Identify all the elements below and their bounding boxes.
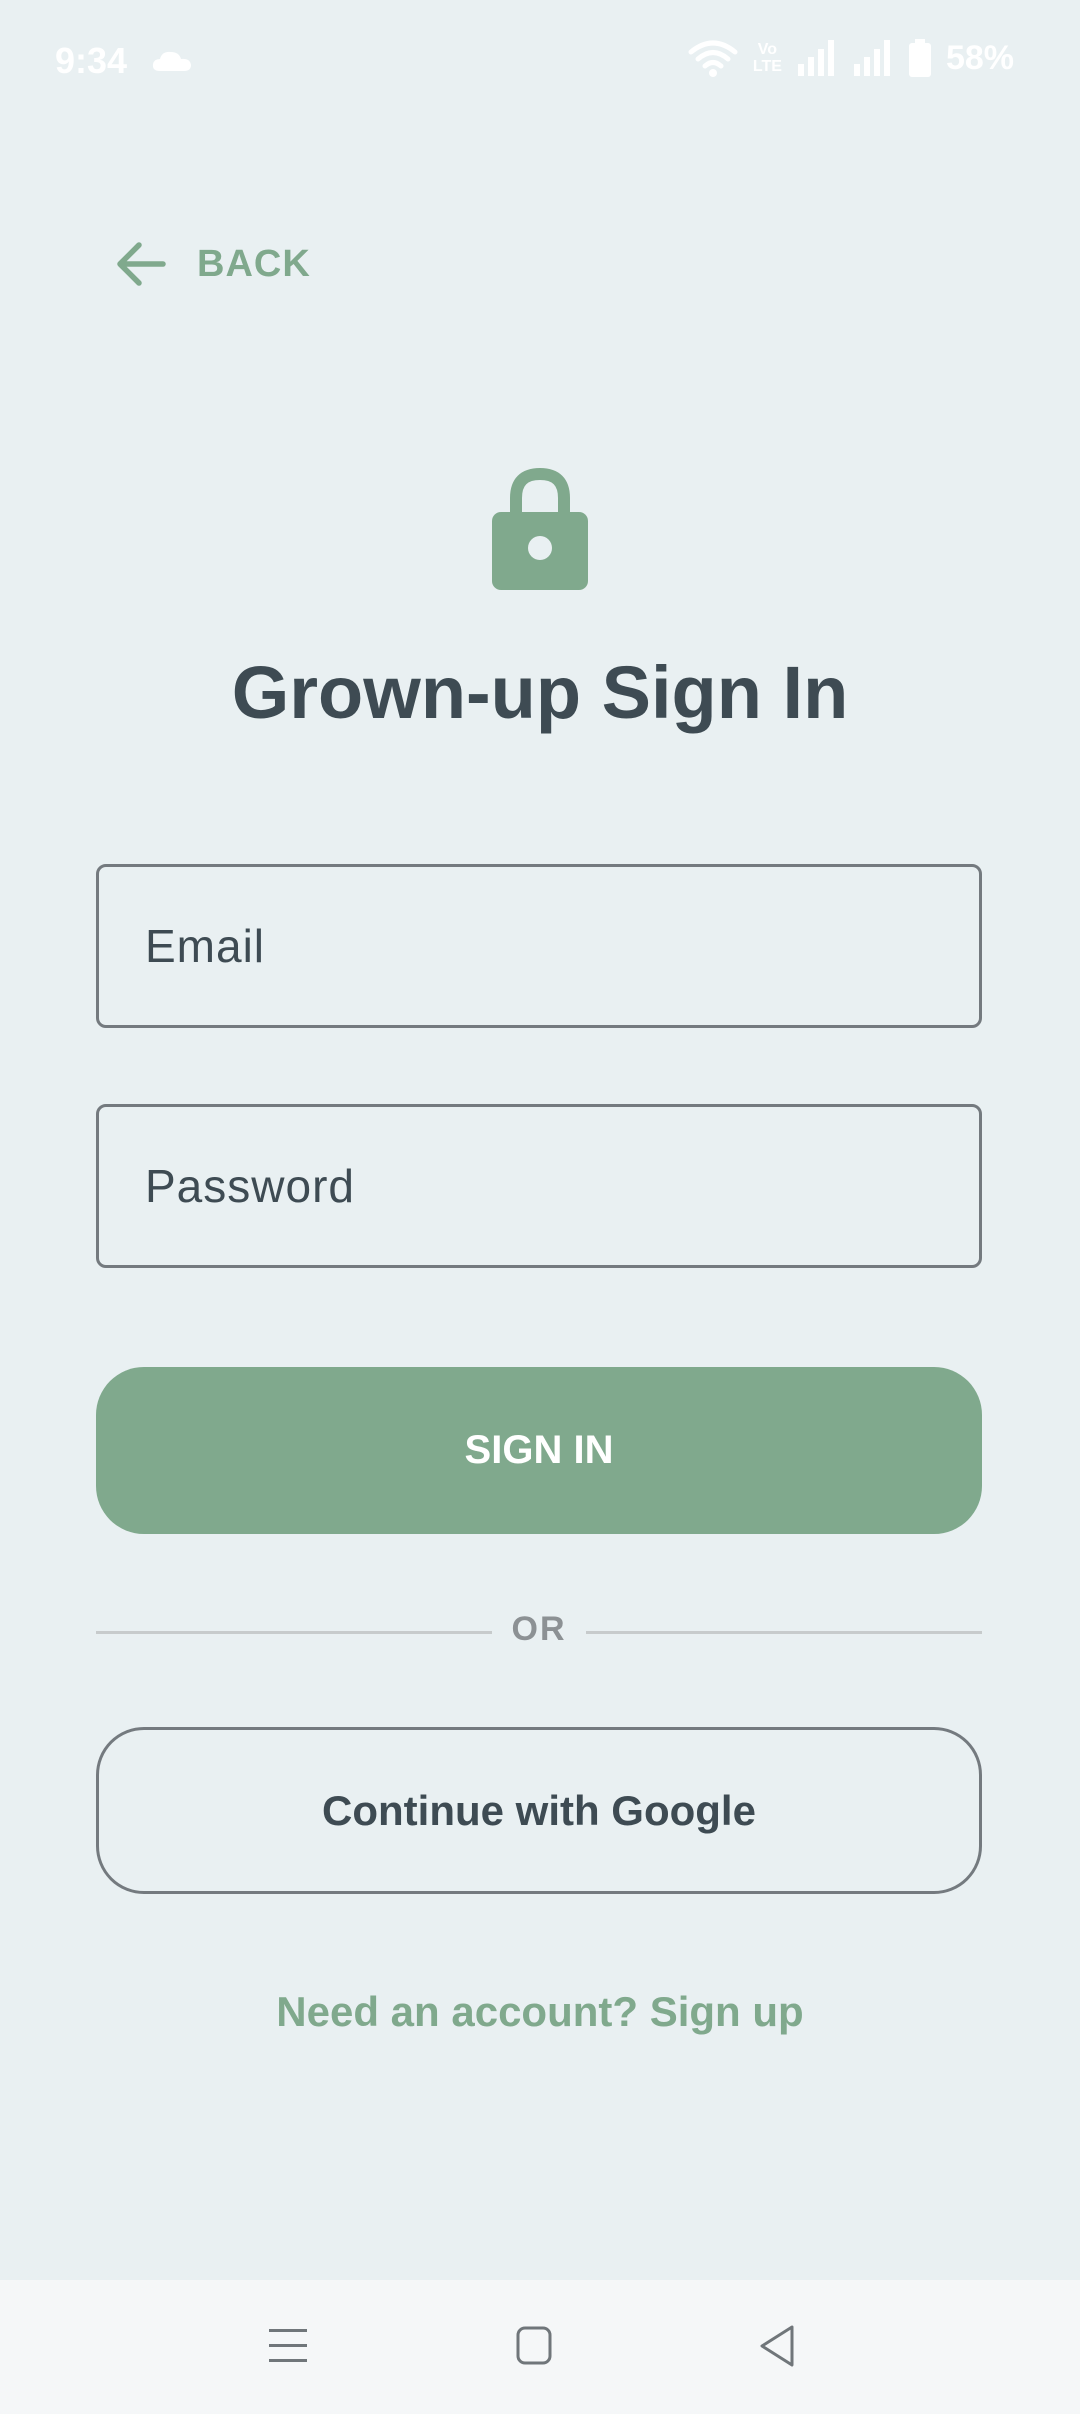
volte-label-top: Vo [757,41,778,58]
back-triangle-icon[interactable] [757,2320,797,2372]
cloud-icon [152,51,191,71]
password-input[interactable] [99,1158,979,1214]
sign-up-link[interactable]: Need an account? Sign up [0,1988,1080,2036]
menu-icon[interactable] [268,2320,308,2372]
status-time: 9:34 [55,40,128,81]
battery-percent: 58% [945,38,1014,77]
divider-line-right [586,1631,982,1634]
wifi-icon [688,40,738,77]
volte-indicator: Vo LTE [753,41,782,75]
home-icon[interactable] [515,2320,553,2372]
sign-in-button[interactable]: SIGN IN [96,1367,982,1534]
or-divider: OR [96,1610,982,1654]
arrow-left-icon [117,242,166,286]
password-field[interactable] [96,1104,982,1268]
battery-icon [908,39,931,77]
divider-label: OR [511,1610,567,1648]
back-label: BACK [197,242,311,285]
back-button[interactable]: BACK [115,232,311,296]
email-field[interactable] [96,864,982,1028]
email-input[interactable] [99,918,979,974]
status-bar: 9:34 Vo LTE 58% [0,0,1080,126]
signal-icon-2 [853,40,890,76]
continue-with-google-button[interactable]: Continue with Google [96,1727,982,1894]
system-navigation-bar [0,2280,1080,2414]
volte-label-bottom: LTE [752,58,782,75]
lock-icon [492,467,588,590]
page-title: Grown-up Sign In [231,651,849,734]
status-icons: Vo LTE 58% [687,38,1014,78]
signal-icon [797,40,834,76]
